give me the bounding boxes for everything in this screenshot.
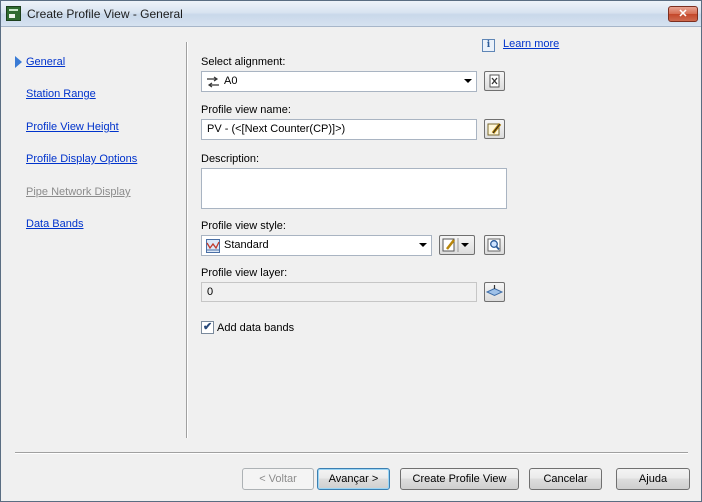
info-icon: i: [482, 39, 495, 52]
select-layer-button[interactable]: [484, 282, 505, 302]
description-label: Description:: [201, 153, 260, 165]
nav-item-pipe-network-display: Pipe Network Display: [26, 186, 131, 198]
edit-pencil-icon: [487, 123, 502, 136]
next-button[interactable]: Avançar >: [317, 468, 390, 490]
checkmark-icon: ✔: [203, 321, 213, 333]
active-page-arrow-icon: [15, 56, 22, 68]
app-icon: [6, 6, 21, 21]
pick-alignment-button[interactable]: [484, 71, 505, 91]
create-profile-view-button[interactable]: Create Profile View: [400, 468, 519, 490]
alignment-label: Select alignment:: [201, 56, 286, 68]
layer-input: 0: [201, 282, 477, 302]
style-edit-dropdown-button[interactable]: [439, 235, 475, 255]
layer-icon: [485, 285, 504, 297]
style-label: Profile view style:: [201, 220, 286, 232]
view-name-input[interactable]: PV - (<[Next Counter(CP)]>): [201, 119, 477, 140]
nav-item-general[interactable]: General: [26, 56, 65, 68]
nav-item-profile-display-options[interactable]: Profile Display Options: [26, 153, 137, 165]
style-combobox[interactable]: Standard: [201, 235, 432, 256]
back-button[interactable]: < Voltar: [242, 468, 314, 490]
profile-view-style-icon: [206, 239, 220, 253]
chevron-down-icon: [419, 243, 427, 247]
nav-item-station-range[interactable]: Station Range: [26, 88, 96, 100]
vertical-divider: [186, 42, 188, 438]
view-name-value: PV - (<[Next Counter(CP)]>): [207, 123, 346, 135]
pick-from-drawing-icon: [489, 74, 500, 88]
chevron-down-icon: [464, 79, 472, 83]
help-button[interactable]: Ajuda: [616, 468, 690, 490]
dialog-window: Create Profile View - General ✕ General …: [0, 0, 702, 502]
window-title: Create Profile View - General: [27, 7, 183, 21]
layer-label: Profile view layer:: [201, 267, 288, 279]
view-name-label: Profile view name:: [201, 104, 291, 116]
magnifier-icon: [487, 238, 501, 252]
preview-style-button[interactable]: [484, 235, 505, 255]
edit-name-format-button[interactable]: [484, 119, 505, 139]
add-data-bands-label[interactable]: Add data bands: [217, 322, 294, 334]
nav-item-data-bands[interactable]: Data Bands: [26, 218, 83, 230]
learn-more-link[interactable]: Learn more: [503, 38, 559, 50]
description-textarea[interactable]: [201, 168, 507, 209]
layer-value: 0: [207, 286, 214, 298]
nav-item-profile-view-height[interactable]: Profile View Height: [26, 121, 119, 133]
horizontal-divider: [15, 452, 688, 454]
close-button[interactable]: ✕: [668, 6, 698, 22]
close-icon: ✕: [678, 8, 688, 20]
add-data-bands-checkbox[interactable]: ✔: [201, 321, 214, 334]
alignment-combobox[interactable]: A0: [201, 71, 477, 92]
alignment-icon: [207, 76, 219, 88]
alignment-value: A0: [224, 75, 238, 87]
style-value: Standard: [224, 239, 269, 251]
edit-style-icon: [442, 238, 469, 252]
title-bar[interactable]: Create Profile View - General ✕: [1, 1, 701, 27]
cancel-button[interactable]: Cancelar: [529, 468, 602, 490]
